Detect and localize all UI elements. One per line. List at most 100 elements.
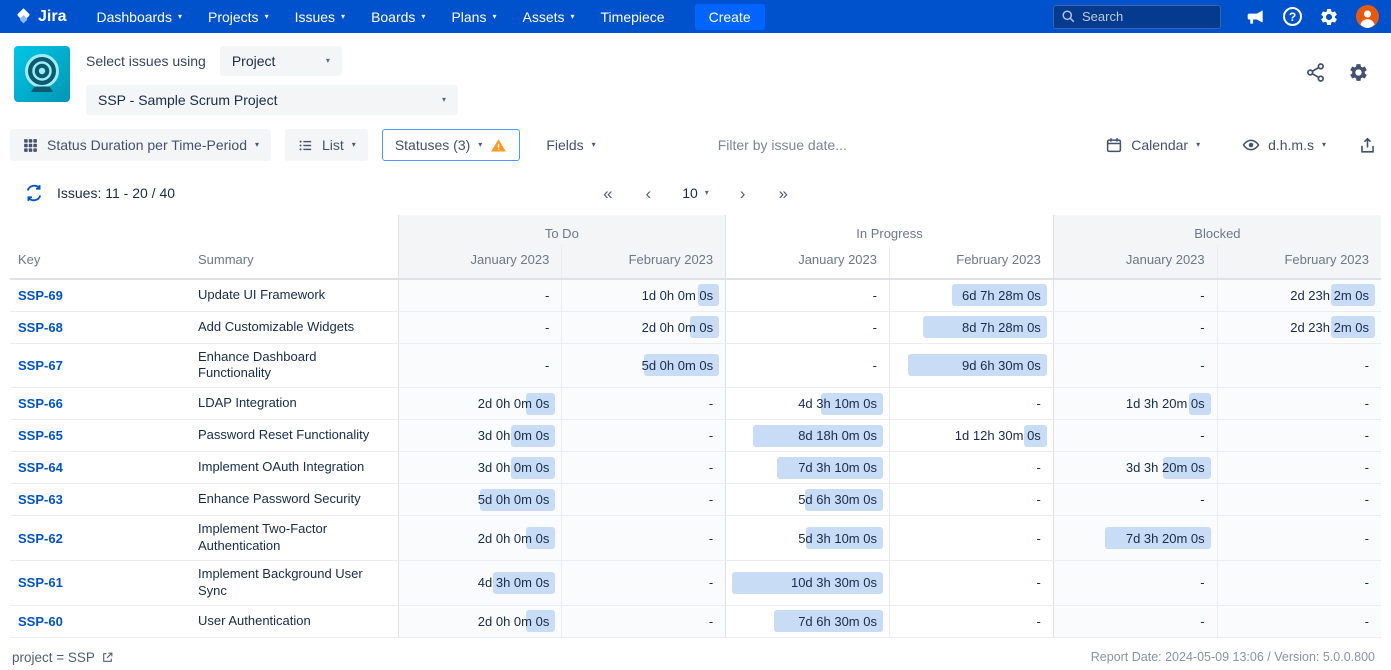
duration-cell: - — [889, 605, 1053, 637]
nav-item-timepiece[interactable]: Timepiece — [601, 9, 665, 25]
duration-value: 2d 23h 2m 0s — [1290, 320, 1371, 335]
nav-item-projects[interactable]: Projects▾ — [208, 9, 269, 25]
issue-row: SSP-65Password Reset Functionality3d 0h … — [10, 420, 1381, 452]
duration-cell: 5d 0h 0m 0s — [562, 343, 726, 388]
duration-cell: - — [889, 452, 1053, 484]
fields-dropdown[interactable]: Fields ▾ — [534, 129, 607, 161]
export-button[interactable] — [1358, 136, 1377, 155]
duration-cell: - — [562, 484, 726, 516]
duration-cell: 6d 7h 28m 0s — [889, 279, 1053, 311]
statuses-dropdown[interactable]: Statuses (3) ▾ — [382, 129, 521, 161]
summary-column-header[interactable]: Summary — [190, 246, 398, 279]
issue-source-dropdown[interactable]: Project ▾ — [220, 46, 342, 76]
issue-key-cell: SSP-69 — [10, 279, 190, 311]
duration-cell: - — [1217, 420, 1381, 452]
key-column-header[interactable]: Key — [10, 246, 190, 279]
duration-cell: 2d 0h 0m 0s — [398, 516, 562, 561]
gear-icon[interactable] — [1319, 7, 1339, 27]
navbar-search[interactable] — [1053, 5, 1221, 29]
duration-value: - — [1036, 531, 1042, 546]
duration-cell: 1d 0h 0m 0s — [562, 279, 726, 311]
issue-key-link[interactable]: SSP-63 — [18, 492, 63, 507]
column-header-row: Key Summary January 2023 February 2023 J… — [10, 246, 1381, 279]
nav-item-dashboards[interactable]: Dashboards▾ — [96, 9, 182, 25]
announcement-icon[interactable] — [1246, 7, 1266, 27]
chevron-down-icon: ▾ — [592, 141, 596, 149]
chevron-down-icon: ▾ — [492, 13, 496, 21]
top-navbar: Jira Dashboards▾ Projects▾ Issues▾ Board… — [0, 0, 1391, 33]
issue-summary: LDAP Integration — [190, 388, 398, 420]
page-size-dropdown[interactable]: 10 ▾ — [674, 183, 717, 203]
status-group-in-progress: In Progress — [726, 215, 1054, 246]
issue-key-link[interactable]: SSP-62 — [18, 531, 63, 546]
project-select-dropdown[interactable]: SSP - Sample Scrum Project ▾ — [86, 85, 458, 115]
duration-format-dropdown[interactable]: d.h.m.s ▾ — [1230, 129, 1338, 161]
share-icon[interactable] — [1305, 62, 1326, 83]
issue-row: SSP-63Enhance Password Security5d 0h 0m … — [10, 484, 1381, 516]
issue-key-cell: SSP-65 — [10, 420, 190, 452]
refresh-button[interactable] — [24, 183, 44, 203]
duration-value: - — [1200, 320, 1206, 335]
issue-key-link[interactable]: SSP-65 — [18, 428, 63, 443]
nav-item-plans[interactable]: Plans▾ — [451, 9, 496, 25]
chevron-down-icon: ▾ — [421, 13, 425, 21]
warning-icon — [490, 137, 507, 154]
report-settings-gear-icon[interactable] — [1348, 62, 1369, 83]
duration-value: - — [1365, 492, 1371, 507]
duration-cell: - — [562, 420, 726, 452]
issue-row: SSP-68Add Customizable Widgets-2d 0h 0m … — [10, 311, 1381, 343]
previous-page-button[interactable]: ‹ — [636, 183, 662, 204]
duration-cell: - — [1217, 561, 1381, 606]
duration-value: - — [1200, 288, 1206, 303]
jql-query-link[interactable]: project = SSP — [12, 650, 114, 665]
issue-key-link[interactable]: SSP-66 — [18, 396, 63, 411]
duration-cell: 2d 23h 2m 0s — [1217, 311, 1381, 343]
issue-key-link[interactable]: SSP-67 — [18, 358, 63, 373]
duration-value: 3d 0h 0m 0s — [478, 460, 552, 475]
duration-cell: 2d 0h 0m 0s — [398, 388, 562, 420]
issue-row: SSP-64Implement OAuth Integration3d 0h 0… — [10, 452, 1381, 484]
view-mode-dropdown[interactable]: List ▾ — [285, 129, 368, 161]
chevron-down-icon: ▾ — [178, 13, 182, 21]
issue-key-link[interactable]: SSP-60 — [18, 614, 63, 629]
report-type-dropdown[interactable]: Status Duration per Time-Period ▾ — [10, 129, 271, 161]
help-icon[interactable]: ? — [1283, 7, 1302, 26]
chevron-down-icon: ▾ — [255, 141, 259, 149]
duration-value: 1d 0h 0m 0s — [642, 288, 716, 303]
duration-value: 10d 3h 30m 0s — [791, 575, 879, 590]
issue-key-link[interactable]: SSP-69 — [18, 288, 63, 303]
jira-logo[interactable]: Jira — [14, 7, 66, 26]
status-group-header-row: To Do In Progress Blocked — [10, 215, 1381, 246]
chevron-down-icon: ▾ — [1196, 141, 1200, 149]
duration-value: - — [1200, 358, 1206, 373]
issue-summary: Enhance Password Security — [190, 484, 398, 516]
duration-value: 6d 7h 28m 0s — [962, 288, 1043, 303]
nav-item-boards[interactable]: Boards▾ — [371, 9, 425, 25]
user-avatar[interactable] — [1356, 5, 1379, 28]
duration-cell: 2d 0h 0m 0s — [562, 311, 726, 343]
search-input[interactable] — [1082, 9, 1213, 24]
nav-item-assets[interactable]: Assets▾ — [522, 9, 574, 25]
calendar-dropdown[interactable]: Calendar ▾ — [1093, 129, 1212, 161]
issue-key-link[interactable]: SSP-61 — [18, 575, 63, 590]
duration-value: 4d 3h 10m 0s — [798, 396, 879, 411]
issue-key-cell: SSP-60 — [10, 605, 190, 637]
last-page-button[interactable]: » — [768, 183, 797, 204]
search-icon — [1061, 9, 1076, 24]
pager-controls: « ‹ 10 ▾ › » — [593, 183, 798, 204]
next-page-button[interactable]: › — [730, 183, 756, 204]
toolbar-right: Calendar ▾ d.h.m.s ▾ — [1075, 129, 1377, 161]
jira-logo-text: Jira — [38, 8, 66, 26]
nav-item-issues[interactable]: Issues▾ — [295, 9, 345, 25]
duration-cell: - — [1053, 279, 1217, 311]
duration-value: - — [1365, 575, 1371, 590]
create-button[interactable]: Create — [695, 4, 765, 30]
issue-date-filter-input[interactable] — [718, 137, 928, 153]
first-page-button[interactable]: « — [593, 183, 622, 204]
issue-key-link[interactable]: SSP-68 — [18, 320, 63, 335]
chevron-down-icon: ▾ — [265, 13, 269, 21]
duration-value: 2d 23h 2m 0s — [1290, 288, 1371, 303]
issue-key-link[interactable]: SSP-64 — [18, 460, 63, 475]
month-column-header: February 2023 — [889, 246, 1053, 279]
month-column-header: January 2023 — [398, 246, 562, 279]
